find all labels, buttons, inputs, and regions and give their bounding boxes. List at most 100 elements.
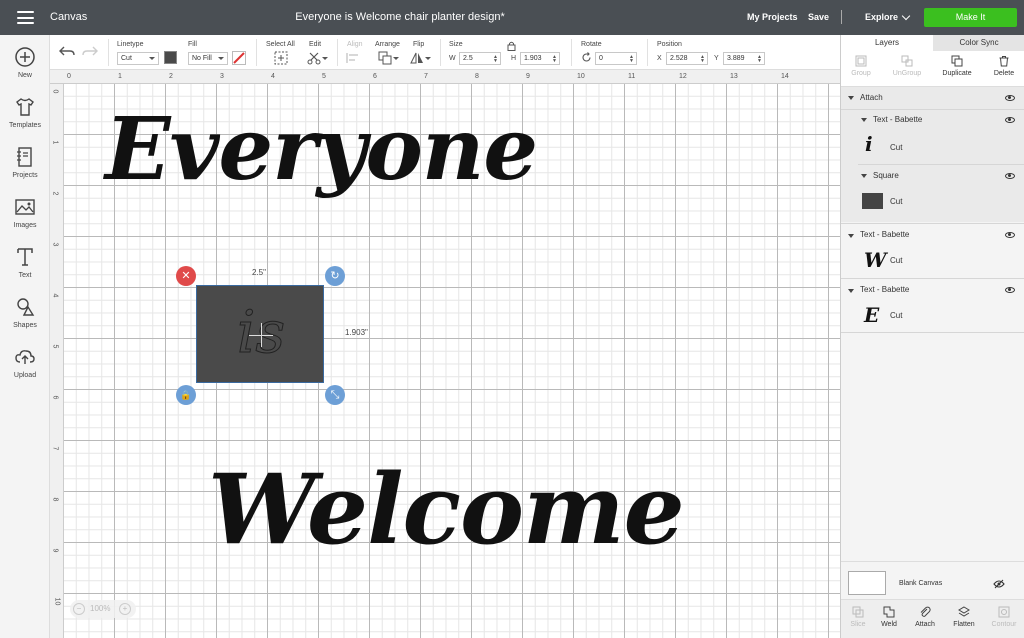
resize-handle-icon[interactable]: ⤡ bbox=[325, 385, 345, 405]
layer-row-text-babette-e[interactable]: Text - Babette bbox=[841, 282, 1024, 300]
slice-button[interactable]: Slice bbox=[841, 606, 875, 628]
ruler-number: 6 bbox=[51, 395, 59, 400]
position-x-input[interactable]: 2.528 ▲ ▼ bbox=[666, 52, 708, 65]
my-projects-link[interactable]: My Projects bbox=[747, 12, 798, 22]
linetype-color-swatch[interactable] bbox=[164, 51, 177, 64]
arrange-label: Arrange bbox=[375, 41, 400, 48]
collapse-triangle-icon[interactable] bbox=[848, 289, 854, 293]
flatten-button[interactable]: Flatten bbox=[947, 606, 981, 628]
sidebar-item-images[interactable]: Images bbox=[0, 195, 50, 241]
image-icon bbox=[15, 199, 35, 215]
ruler-number: 2 bbox=[51, 191, 59, 196]
height-input[interactable]: 1.903 ▲ ▼ bbox=[520, 52, 560, 65]
zoom-out-button[interactable]: − bbox=[73, 603, 85, 615]
ungroup-button[interactable]: UnGroup bbox=[887, 55, 927, 77]
eye-icon[interactable] bbox=[1005, 232, 1015, 238]
linetype-select[interactable]: Cut bbox=[117, 52, 159, 65]
sidebar-item-text[interactable]: Text bbox=[0, 245, 50, 291]
rotate-label: Rotate bbox=[581, 41, 602, 48]
sidebar-item-shapes[interactable]: Shapes bbox=[0, 295, 50, 341]
select-all-icon[interactable] bbox=[274, 51, 288, 65]
blank-canvas-row[interactable]: Blank Canvas bbox=[841, 561, 1024, 599]
collapse-triangle-icon[interactable] bbox=[848, 96, 854, 100]
divider bbox=[841, 332, 1024, 333]
position-label: Position bbox=[657, 41, 682, 48]
undo-icon[interactable] bbox=[59, 44, 75, 58]
save-link[interactable]: Save bbox=[808, 12, 829, 22]
text-everyone[interactable]: Everyone bbox=[105, 100, 538, 200]
group-button[interactable]: Group bbox=[841, 55, 881, 77]
fill-select[interactable]: No Fill bbox=[188, 52, 228, 65]
ruler-number: 14 bbox=[781, 73, 789, 80]
chevron-down-icon[interactable] bbox=[901, 11, 911, 21]
rotate-input[interactable]: 0 ▲ ▼ bbox=[595, 52, 637, 65]
flatten-icon bbox=[958, 606, 970, 617]
rotate-handle-icon[interactable]: ↻ bbox=[325, 266, 345, 286]
tab-color-sync[interactable]: Color Sync bbox=[933, 35, 1024, 51]
explore-link[interactable]: Explore bbox=[865, 12, 898, 22]
toolbar-divider bbox=[440, 39, 441, 66]
x-label: X bbox=[657, 55, 662, 62]
sidebar-item-new[interactable]: New bbox=[0, 45, 50, 91]
stepper-icon[interactable]: ▲ ▼ bbox=[700, 55, 705, 64]
ruler-number: 11 bbox=[628, 73, 636, 80]
ruler-number: 12 bbox=[679, 73, 687, 80]
layer-name: Text - Babette bbox=[860, 230, 910, 239]
eye-icon[interactable] bbox=[1005, 287, 1015, 293]
zoom-in-button[interactable]: + bbox=[119, 603, 131, 615]
duplicate-button[interactable]: Duplicate bbox=[937, 55, 977, 77]
sidebar-item-upload[interactable]: Upload bbox=[0, 345, 50, 391]
stepper-icon[interactable]: ▲ ▼ bbox=[757, 55, 762, 64]
tab-layers[interactable]: Layers bbox=[841, 35, 933, 51]
slice-icon bbox=[852, 606, 864, 618]
make-it-button[interactable]: Make It bbox=[924, 8, 1017, 27]
design-canvas[interactable]: 0 1 2 3 4 5 6 7 8 9 10 11 12 13 14 0 1 2 3 4 5 6 7 8 9 10 Everyo… bbox=[50, 70, 840, 638]
stepper-icon[interactable]: ▲ ▼ bbox=[629, 55, 634, 64]
selected-square-group[interactable]: is bbox=[196, 285, 324, 383]
weld-button[interactable]: Weld bbox=[872, 606, 906, 628]
align-icon bbox=[346, 53, 358, 63]
eye-icon[interactable] bbox=[1005, 173, 1015, 179]
layer-row-square[interactable]: Square bbox=[841, 167, 1024, 185]
delete-button[interactable]: Delete bbox=[984, 55, 1024, 77]
lock-handle-icon[interactable]: 🔒 bbox=[176, 385, 196, 405]
layer-row-text-babette-i[interactable]: Text - Babette bbox=[841, 111, 1024, 129]
delete-handle-icon[interactable]: ✕ bbox=[176, 266, 196, 286]
stepper-icon[interactable]: ▲ ▼ bbox=[493, 55, 498, 64]
no-fill-swatch-icon[interactable] bbox=[232, 51, 246, 65]
text-t-icon bbox=[17, 248, 33, 266]
stepper-icon[interactable]: ▲ ▼ bbox=[552, 55, 557, 64]
layer-op: Cut bbox=[890, 143, 903, 152]
position-y-input[interactable]: 3.889 ▲ ▼ bbox=[723, 52, 765, 65]
sidebar-item-label: Projects bbox=[12, 172, 38, 179]
width-input[interactable]: 2.5 ▲ ▼ bbox=[459, 52, 501, 65]
flip-icon[interactable] bbox=[410, 51, 424, 65]
collapse-triangle-icon[interactable] bbox=[861, 174, 867, 178]
text-welcome[interactable]: Welcome bbox=[208, 455, 685, 565]
flatten-label: Flatten bbox=[953, 621, 975, 628]
eye-icon[interactable] bbox=[1005, 117, 1015, 123]
ruler-number: 6 bbox=[373, 73, 377, 80]
cloud-upload-icon bbox=[15, 350, 35, 364]
eye-icon[interactable] bbox=[1005, 95, 1015, 101]
ruler-number: 13 bbox=[730, 73, 738, 80]
layer-row-text-babette-w[interactable]: Text - Babette bbox=[841, 227, 1024, 245]
eye-hidden-icon[interactable] bbox=[993, 579, 1005, 589]
arrange-icon[interactable] bbox=[378, 51, 392, 65]
attach-button[interactable]: Attach bbox=[908, 606, 942, 628]
lock-ratio-icon[interactable] bbox=[507, 41, 516, 51]
contour-button[interactable]: Contour bbox=[987, 606, 1021, 628]
caret-down-icon[interactable] bbox=[393, 57, 399, 60]
collapse-triangle-icon[interactable] bbox=[848, 234, 854, 238]
redo-icon[interactable] bbox=[82, 44, 98, 58]
layer-row-attach[interactable]: Attach bbox=[841, 87, 1024, 107]
edit-scissors-icon[interactable] bbox=[307, 51, 321, 65]
top-bar: Canvas Everyone is Welcome chair planter… bbox=[0, 0, 1024, 35]
blank-canvas-swatch[interactable] bbox=[848, 571, 886, 595]
sidebar-item-templates[interactable]: Templates bbox=[0, 95, 50, 141]
caret-down-icon[interactable] bbox=[425, 57, 431, 60]
collapse-triangle-icon[interactable] bbox=[861, 118, 867, 122]
select-all-label: Select All bbox=[266, 41, 295, 48]
caret-down-icon[interactable] bbox=[322, 57, 328, 60]
sidebar-item-projects[interactable]: Projects bbox=[0, 145, 50, 191]
